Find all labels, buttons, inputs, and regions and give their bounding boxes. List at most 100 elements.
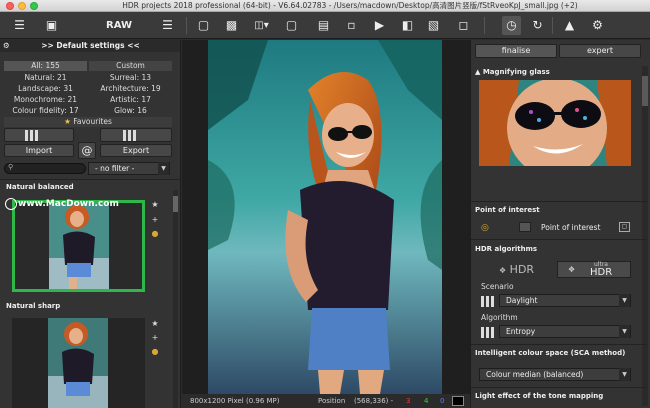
transform-icon[interactable]: ◧	[398, 16, 417, 35]
scenario-value: Daylight	[506, 296, 538, 305]
category-all[interactable]: All: 155	[4, 61, 87, 71]
divider	[471, 239, 647, 240]
preset-preview-image	[49, 203, 109, 289]
zoom-window-button[interactable]	[30, 2, 38, 10]
pixel-color-swatch	[452, 396, 464, 406]
export-icon[interactable]: ▢	[282, 16, 301, 35]
favourites-toggle[interactable]: ★ Favourites	[4, 117, 172, 127]
save-icon[interactable]: ▩	[222, 16, 241, 35]
main-photo	[208, 40, 442, 394]
favourite-star-icon[interactable]: ★	[150, 200, 160, 209]
hdr-mode-button[interactable]: ❖ HDR	[499, 263, 534, 276]
presets-header[interactable]: ⚙ >> Default settings <<	[0, 40, 180, 52]
raw-button[interactable]: RAW	[106, 16, 132, 35]
scenario-dropdown[interactable]: Daylight ▼	[499, 294, 631, 307]
divider	[471, 344, 647, 345]
settings-icon[interactable]: ⚙	[588, 16, 607, 35]
preset-preview-image	[48, 318, 108, 408]
magnifier-header[interactable]: ▲ Magnifying glass	[475, 68, 550, 76]
sca-dropdown[interactable]: Colour median (balanced) ▼	[479, 368, 631, 381]
filter-dropdown[interactable]: - no filter - ▼	[88, 162, 170, 175]
category-landscape[interactable]: Landscape: 31	[4, 84, 87, 94]
favourite-star-icon[interactable]: ★	[150, 319, 160, 328]
toolbar-divider	[186, 17, 187, 34]
magnifier-label: Magnifying glass	[482, 68, 550, 76]
close-window-button[interactable]	[6, 2, 14, 10]
redo-icon[interactable]: ↻	[528, 16, 547, 35]
poi-header: Point of interest	[475, 206, 540, 214]
category-surreal[interactable]: Surreal: 13	[89, 73, 172, 83]
scrollbar-thumb[interactable]	[642, 76, 648, 106]
algorithm-dropdown[interactable]: Entropy ▼	[499, 325, 631, 338]
poi-button[interactable]: Point of interest	[541, 223, 600, 232]
compare-icon[interactable]: ▤	[314, 16, 333, 35]
layers-icon[interactable]: ☰	[10, 16, 29, 35]
fullscreen-icon[interactable]: ◻	[454, 16, 473, 35]
preset-label: Natural balanced	[6, 183, 74, 191]
gear-icon[interactable]: ⚙	[3, 40, 10, 52]
crop-icon[interactable]: ▫	[342, 16, 361, 35]
hdr-algorithms-header: HDR algorithms	[475, 245, 538, 253]
ultra-logo-icon: ❖	[568, 265, 576, 274]
watermark-text: www.MacDown.com	[18, 199, 119, 209]
watermark-logo-icon	[5, 198, 17, 210]
category-artistic[interactable]: Artistic: 17	[89, 95, 172, 105]
apply-icon[interactable]: ●	[150, 347, 160, 356]
status-bar: 800x1200 Pixel (0.96 MP) Position (568,3…	[182, 394, 470, 408]
poi-target-icon[interactable]: ◎	[481, 223, 489, 233]
preset-thumbnail-natural-balanced[interactable]	[12, 200, 145, 292]
thumbnail-scrollbar[interactable]	[173, 190, 178, 408]
chevron-down-icon: ▼	[158, 162, 169, 175]
scrollbar-thumb[interactable]	[173, 196, 178, 212]
category-monochrome[interactable]: Monochrome: 21	[4, 95, 87, 105]
export-grid-button[interactable]	[100, 128, 172, 142]
import-button[interactable]: Import	[4, 144, 74, 157]
toolbar-divider	[484, 17, 485, 34]
poi-toggle-icon[interactable]	[519, 222, 531, 232]
scenario-label: Scenario	[481, 282, 514, 291]
history-icon[interactable]: ◷	[502, 16, 521, 35]
category-natural[interactable]: Natural: 21	[4, 73, 87, 83]
mirror-icon[interactable]: ▲	[560, 16, 579, 35]
export-button[interactable]: Export	[100, 144, 172, 157]
presets-panel: ⚙ >> Default settings << All: 155 Custom…	[0, 40, 181, 408]
sliders-icon[interactable]: ☰	[158, 16, 177, 35]
image-view[interactable]	[182, 40, 470, 394]
toolbar-divider	[552, 17, 553, 34]
preset-label: Natural sharp	[6, 302, 61, 310]
algorithm-label: Algorithm	[481, 313, 518, 322]
minimize-window-button[interactable]	[18, 2, 26, 10]
grid-add-icon	[123, 130, 137, 141]
position-value: (568,336) -	[354, 397, 394, 405]
category-colour-fidelity[interactable]: Colour fidelity: 17	[4, 106, 87, 116]
chevron-down-icon: ▼	[619, 325, 630, 338]
panel-scrollbar[interactable]	[642, 66, 648, 406]
add-icon[interactable]: +	[150, 215, 160, 224]
scenario-grid-icon[interactable]	[481, 296, 495, 307]
category-architecture[interactable]: Architecture: 19	[89, 84, 172, 94]
arrow-up-icon: ▲	[475, 68, 481, 76]
play-icon[interactable]: ▶	[370, 16, 389, 35]
poi-options-icon[interactable]: ▢	[619, 222, 630, 232]
import-grid-button[interactable]	[4, 128, 74, 142]
star-icon: ★	[64, 117, 71, 126]
category-glow[interactable]: Glow: 16	[89, 106, 172, 116]
ultra-hdr-label: HDR	[590, 267, 613, 278]
category-custom[interactable]: Custom	[89, 61, 172, 71]
film-icon[interactable]: ▣	[42, 16, 61, 35]
at-icon[interactable]: @	[78, 142, 96, 159]
ultra-hdr-button[interactable]: ❖ ultra HDR	[557, 261, 631, 278]
preset-thumbnail-natural-sharp[interactable]	[12, 318, 145, 408]
expert-tab[interactable]: expert	[559, 44, 641, 58]
pixel-red-value: 3	[406, 397, 411, 405]
print-icon[interactable]: ◫▾	[252, 16, 271, 35]
algorithm-grid-icon[interactable]	[481, 327, 495, 338]
image-dimensions: 800x1200 Pixel (0.96 MP)	[190, 397, 280, 405]
filter-value: - no filter -	[95, 164, 135, 173]
search-field[interactable]: ⚲	[4, 163, 86, 174]
split-icon[interactable]: ▧	[424, 16, 443, 35]
finalise-tab[interactable]: finalise	[475, 44, 557, 58]
page-icon[interactable]: ▢	[194, 16, 213, 35]
apply-icon[interactable]: ●	[150, 229, 160, 238]
add-icon[interactable]: +	[150, 333, 160, 342]
